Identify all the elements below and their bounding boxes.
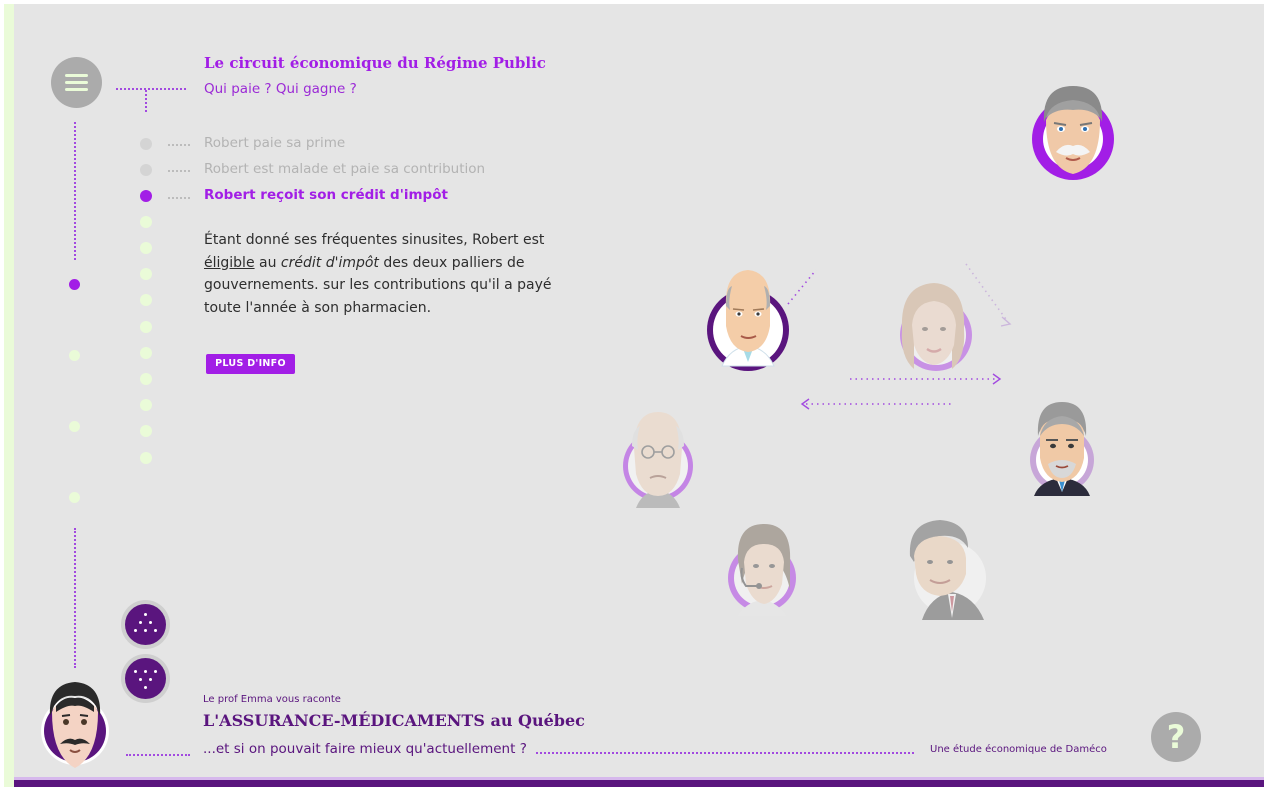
call-center-avatar (728, 524, 796, 616)
businessman-avatar (909, 520, 986, 620)
elderly-man-avatar (1032, 86, 1114, 180)
politician-avatar (1030, 402, 1094, 496)
pharmacist-avatar (623, 412, 693, 508)
woman-avatar (900, 283, 972, 371)
robert-avatar[interactable] (706, 266, 790, 372)
app-frame: Le circuit économique du Régime Public Q… (4, 4, 1264, 787)
